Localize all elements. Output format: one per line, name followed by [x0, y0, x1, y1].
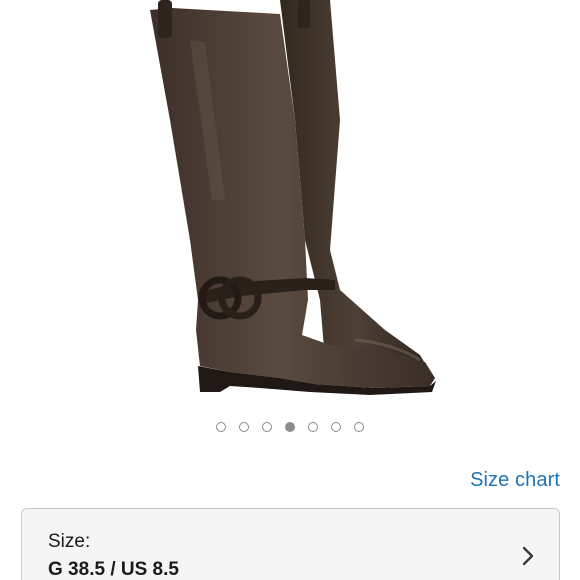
- image-carousel-indicator[interactable]: [0, 421, 580, 435]
- carousel-dot[interactable]: [239, 422, 249, 432]
- carousel-dot[interactable]: [308, 422, 318, 432]
- boot-illustration-icon: [150, 0, 436, 395]
- carousel-dot[interactable]: [331, 422, 341, 432]
- product-detail-page: Size chart Size: G 38.5 / US 8.5: [0, 0, 580, 580]
- size-value: G 38.5 / US 8.5: [48, 559, 179, 580]
- carousel-dot[interactable]: [216, 422, 226, 432]
- carousel-dot[interactable]: [262, 422, 272, 432]
- size-selector-button[interactable]: Size: G 38.5 / US 8.5: [21, 508, 560, 580]
- carousel-dot[interactable]: [354, 422, 364, 432]
- size-label: Size:: [48, 531, 91, 552]
- size-chart-link[interactable]: Size chart: [470, 469, 560, 492]
- carousel-dot-active[interactable]: [285, 422, 295, 432]
- product-image[interactable]: [130, 0, 450, 400]
- chevron-right-icon: [522, 546, 534, 566]
